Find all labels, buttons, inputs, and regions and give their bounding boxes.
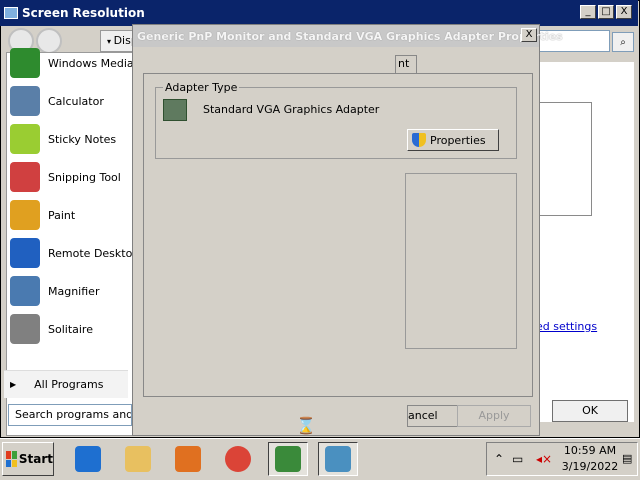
start-menu-item-label: Solitaire bbox=[48, 322, 93, 336]
apply-button[interactable]: Apply bbox=[457, 405, 531, 427]
snipping-tool-icon bbox=[10, 162, 40, 192]
start-search-input[interactable]: Search programs and file bbox=[8, 404, 132, 426]
start-menu-item-label: Calculator bbox=[48, 94, 104, 108]
arrow-right-icon: ▶ bbox=[10, 380, 17, 389]
tab-monitor[interactable]: nt bbox=[395, 55, 417, 73]
start-menu-item[interactable]: Windows Media C bbox=[10, 46, 145, 80]
sticky-notes-icon bbox=[10, 124, 40, 154]
all-programs-label: All Programs bbox=[34, 378, 104, 391]
dialog-titlebar[interactable]: Generic PnP Monitor and Standard VGA Gra… bbox=[133, 25, 563, 47]
start-label: Start bbox=[18, 452, 53, 466]
adapter-name: Standard VGA Graphics Adapter bbox=[203, 103, 380, 116]
start-menu-item-label: Magnifier bbox=[48, 284, 100, 298]
dialog-close-button[interactable]: X bbox=[521, 28, 537, 42]
action-center-icon[interactable]: ▤ bbox=[622, 452, 632, 465]
solitaire-icon bbox=[10, 314, 40, 344]
start-menu-item[interactable]: Paint bbox=[10, 198, 134, 232]
adapter-properties-button[interactable]: Properties bbox=[407, 129, 499, 151]
ok-button[interactable]: OK bbox=[552, 400, 628, 422]
shield-icon bbox=[412, 133, 426, 147]
cancel-button[interactable]: ancel bbox=[407, 405, 459, 427]
control-panel-icon bbox=[275, 446, 301, 472]
network-icon[interactable]: ▭ bbox=[512, 452, 523, 466]
taskbar-app-button[interactable] bbox=[218, 442, 258, 476]
start-menu-item-label: Remote Desktop bbox=[48, 246, 140, 260]
remote-desktop-icon bbox=[10, 238, 40, 268]
clock-time[interactable]: 10:59 AM bbox=[558, 444, 622, 457]
all-programs-button[interactable]: ▶ All Programs bbox=[4, 370, 128, 398]
taskbar-app-button[interactable] bbox=[318, 442, 358, 476]
start-menu-item[interactable]: Snipping Tool bbox=[10, 160, 134, 194]
graphics-adapter-icon bbox=[163, 99, 187, 121]
calculator-icon bbox=[10, 86, 40, 116]
search-icon[interactable]: ⌕ bbox=[612, 32, 634, 52]
start-button[interactable]: Start bbox=[2, 442, 54, 476]
clock-date[interactable]: 3/19/2022 bbox=[558, 460, 622, 473]
busy-cursor-icon: ⌛ bbox=[296, 416, 316, 435]
adapter-type-label: Adapter Type bbox=[163, 81, 240, 94]
volume-muted-icon[interactable]: ◂× bbox=[536, 452, 552, 466]
start-menu-item-label: Snipping Tool bbox=[48, 170, 121, 184]
minimize-button[interactable]: _ bbox=[580, 5, 596, 19]
start-menu-item[interactable]: Solitaire bbox=[10, 312, 134, 346]
screen-resolution-titlebar[interactable]: Screen Resolution bbox=[0, 0, 638, 26]
chrome-icon bbox=[225, 446, 251, 472]
windows-logo-icon bbox=[6, 451, 17, 467]
internet-explorer-icon bbox=[75, 446, 101, 472]
cancel-label: ancel bbox=[408, 409, 438, 422]
start-menu-item-label: Windows Media C bbox=[48, 56, 145, 70]
windows-media-center-icon bbox=[10, 48, 40, 78]
taskbar-app-button[interactable] bbox=[118, 442, 158, 476]
taskbar-app-button[interactable] bbox=[68, 442, 108, 476]
mode-list-box bbox=[405, 173, 517, 349]
paint-icon bbox=[10, 200, 40, 230]
start-menu-item[interactable]: Calculator bbox=[10, 84, 134, 118]
screen-resolution-icon bbox=[325, 446, 351, 472]
start-menu-item[interactable]: Remote Desktop bbox=[10, 236, 139, 270]
maximize-button[interactable]: □ bbox=[598, 5, 614, 19]
close-button[interactable]: X bbox=[616, 5, 632, 19]
media-player-icon bbox=[175, 446, 201, 472]
chevron-up-icon[interactable]: ⌃ bbox=[494, 452, 504, 466]
start-menu-item-label: Paint bbox=[48, 208, 76, 222]
properties-button-label: Properties bbox=[430, 133, 486, 147]
start-menu-item-label: Sticky Notes bbox=[48, 132, 117, 146]
magnifier-icon bbox=[10, 276, 40, 306]
taskbar-app-button[interactable] bbox=[168, 442, 208, 476]
monitor-icon bbox=[4, 7, 18, 19]
monitor-preview bbox=[540, 102, 592, 216]
start-menu-item[interactable]: Sticky Notes bbox=[10, 122, 134, 156]
advanced-settings-link[interactable]: ed settings bbox=[536, 320, 597, 333]
start-menu-item[interactable]: Magnifier bbox=[10, 274, 134, 308]
properties-dialog: Generic PnP Monitor and Standard VGA Gra… bbox=[132, 24, 563, 436]
file-explorer-icon bbox=[125, 446, 151, 472]
dialog-title: Generic PnP Monitor and Standard VGA Gra… bbox=[137, 29, 563, 43]
taskbar-app-button[interactable] bbox=[268, 442, 308, 476]
window-title: Screen Resolution bbox=[22, 6, 145, 20]
